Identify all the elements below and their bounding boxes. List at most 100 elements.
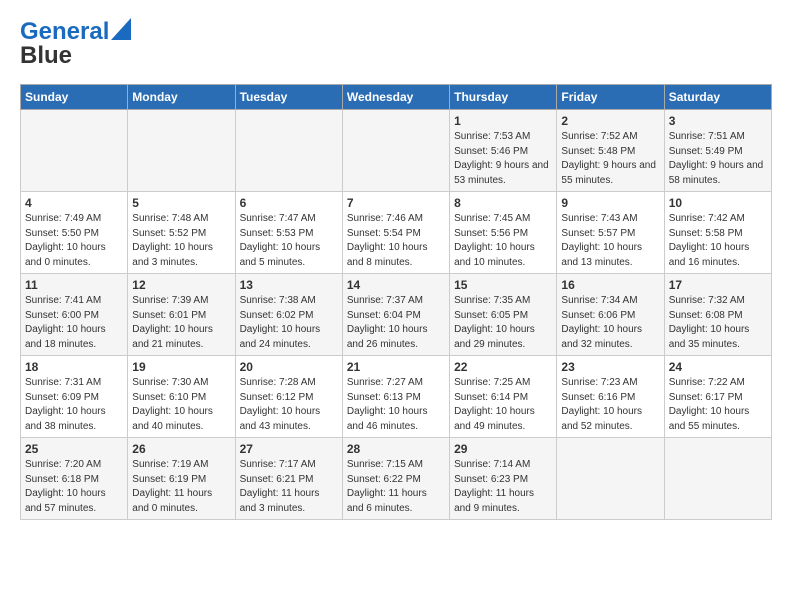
day-number: 11	[25, 278, 123, 292]
header-day-sunday: Sunday	[21, 85, 128, 110]
calendar-cell: 14Sunrise: 7:37 AMSunset: 6:04 PMDayligh…	[342, 274, 449, 356]
calendar-cell: 3Sunrise: 7:51 AMSunset: 5:49 PMDaylight…	[664, 110, 771, 192]
day-number: 1	[454, 114, 552, 128]
header-day-tuesday: Tuesday	[235, 85, 342, 110]
calendar-cell: 24 Sunrise: 7:22 AMSunset: 6:17 PMDayligh…	[664, 356, 771, 438]
calendar-cell: 10 Sunrise: 7:42 AMSunset: 5:58 PMDayligh…	[664, 192, 771, 274]
day-info: Sunrise: 7:20 AMSunset: 6:18 PMDaylight:…	[25, 458, 123, 516]
day-info: Sunrise: 7:53 AMSunset: 5:46 PMDaylight:…	[454, 130, 552, 188]
day-number: 7	[347, 196, 445, 210]
day-number: 12	[132, 278, 230, 292]
day-info: Sunrise: 7:28 AMSunset: 6:12 PMDaylight:…	[240, 376, 338, 434]
day-number: 24	[669, 360, 767, 374]
day-number: 29	[454, 442, 552, 456]
calendar-cell: 8 Sunrise: 7:45 AMSunset: 5:56 PMDaylight…	[450, 192, 557, 274]
calendar-cell: 13 Sunrise: 7:38 AMSunset: 6:02 PMDayligh…	[235, 274, 342, 356]
calendar-cell: 25 Sunrise: 7:20 AMSunset: 6:18 PMDayligh…	[21, 438, 128, 520]
calendar-cell: 11Sunrise: 7:41 AMSunset: 6:00 PMDayligh…	[21, 274, 128, 356]
day-info: Sunrise: 7:51 AMSunset: 5:49 PMDaylight:…	[669, 130, 767, 188]
calendar-cell: 19Sunrise: 7:30 AMSunset: 6:10 PMDayligh…	[128, 356, 235, 438]
logo-text-block: General Blue	[20, 18, 131, 70]
logo-blue: Blue	[20, 42, 131, 70]
calendar-header-row: SundayMondayTuesdayWednesdayThursdayFrid…	[21, 85, 772, 110]
day-number: 27	[240, 442, 338, 456]
day-number: 25	[25, 442, 123, 456]
day-info: Sunrise: 7:37 AMSunset: 6:04 PMDaylight:…	[347, 294, 445, 352]
calendar-cell	[664, 438, 771, 520]
day-number: 18	[25, 360, 123, 374]
day-info: Sunrise: 7:17 AMSunset: 6:21 PMDaylight:…	[240, 458, 338, 516]
calendar-cell: 2 Sunrise: 7:52 AMSunset: 5:48 PMDaylight…	[557, 110, 664, 192]
day-info: Sunrise: 7:34 AMSunset: 6:06 PMDaylight:…	[561, 294, 659, 352]
calendar-cell	[557, 438, 664, 520]
day-info: Sunrise: 7:23 AMSunset: 6:16 PMDaylight:…	[561, 376, 659, 434]
day-info: Sunrise: 7:49 AMSunset: 5:50 PMDaylight:…	[25, 212, 123, 270]
calendar-cell: 9Sunrise: 7:43 AMSunset: 5:57 PMDaylight…	[557, 192, 664, 274]
day-info: Sunrise: 7:19 AMSunset: 6:19 PMDaylight:…	[132, 458, 230, 516]
calendar-cell: 5Sunrise: 7:48 AMSunset: 5:52 PMDaylight…	[128, 192, 235, 274]
header-day-monday: Monday	[128, 85, 235, 110]
calendar-cell: 4Sunrise: 7:49 AMSunset: 5:50 PMDaylight…	[21, 192, 128, 274]
header-day-saturday: Saturday	[664, 85, 771, 110]
day-info: Sunrise: 7:52 AMSunset: 5:48 PMDaylight:…	[561, 130, 659, 188]
header-day-friday: Friday	[557, 85, 664, 110]
calendar-cell: 21 Sunrise: 7:27 AMSunset: 6:13 PMDayligh…	[342, 356, 449, 438]
day-info: Sunrise: 7:15 AMSunset: 6:22 PMDaylight:…	[347, 458, 445, 516]
day-number: 10	[669, 196, 767, 210]
day-info: Sunrise: 7:31 AMSunset: 6:09 PMDaylight:…	[25, 376, 123, 434]
day-info: Sunrise: 7:46 AMSunset: 5:54 PMDaylight:…	[347, 212, 445, 270]
calendar-cell	[128, 110, 235, 192]
day-number: 23	[561, 360, 659, 374]
day-number: 8	[454, 196, 552, 210]
day-number: 15	[454, 278, 552, 292]
calendar-cell: 22 Sunrise: 7:25 AMSunset: 6:14 PMDayligh…	[450, 356, 557, 438]
calendar-table: SundayMondayTuesdayWednesdayThursdayFrid…	[20, 84, 772, 520]
day-number: 13	[240, 278, 338, 292]
day-info: Sunrise: 7:43 AMSunset: 5:57 PMDaylight:…	[561, 212, 659, 270]
day-number: 6	[240, 196, 338, 210]
header: General Blue	[20, 18, 772, 70]
day-number: 17	[669, 278, 767, 292]
calendar-cell: 23 Sunrise: 7:23 AMSunset: 6:16 PMDayligh…	[557, 356, 664, 438]
week-row-1: 4Sunrise: 7:49 AMSunset: 5:50 PMDaylight…	[21, 192, 772, 274]
calendar-cell: 27 Sunrise: 7:17 AMSunset: 6:21 PMDayligh…	[235, 438, 342, 520]
day-info: Sunrise: 7:35 AMSunset: 6:05 PMDaylight:…	[454, 294, 552, 352]
calendar-cell: 7 Sunrise: 7:46 AMSunset: 5:54 PMDaylight…	[342, 192, 449, 274]
day-info: Sunrise: 7:22 AMSunset: 6:17 PMDaylight:…	[669, 376, 767, 434]
day-number: 28	[347, 442, 445, 456]
day-number: 20	[240, 360, 338, 374]
week-row-2: 11Sunrise: 7:41 AMSunset: 6:00 PMDayligh…	[21, 274, 772, 356]
day-number: 21	[347, 360, 445, 374]
day-info: Sunrise: 7:42 AMSunset: 5:58 PMDaylight:…	[669, 212, 767, 270]
calendar-cell: 18 Sunrise: 7:31 AMSunset: 6:09 PMDayligh…	[21, 356, 128, 438]
calendar-cell: 12 Sunrise: 7:39 AMSunset: 6:01 PMDayligh…	[128, 274, 235, 356]
day-number: 22	[454, 360, 552, 374]
logo: General Blue	[20, 18, 131, 70]
calendar-cell: 29Sunrise: 7:14 AMSunset: 6:23 PMDayligh…	[450, 438, 557, 520]
day-info: Sunrise: 7:39 AMSunset: 6:01 PMDaylight:…	[132, 294, 230, 352]
day-number: 26	[132, 442, 230, 456]
calendar-cell: 28 Sunrise: 7:15 AMSunset: 6:22 PMDayligh…	[342, 438, 449, 520]
calendar-cell	[21, 110, 128, 192]
calendar-cell	[235, 110, 342, 192]
day-info: Sunrise: 7:27 AMSunset: 6:13 PMDaylight:…	[347, 376, 445, 434]
week-row-0: 1 Sunrise: 7:53 AMSunset: 5:46 PMDaylight…	[21, 110, 772, 192]
day-number: 19	[132, 360, 230, 374]
day-info: Sunrise: 7:25 AMSunset: 6:14 PMDaylight:…	[454, 376, 552, 434]
calendar-cell: 6 Sunrise: 7:47 AMSunset: 5:53 PMDaylight…	[235, 192, 342, 274]
week-row-3: 18 Sunrise: 7:31 AMSunset: 6:09 PMDayligh…	[21, 356, 772, 438]
calendar-cell	[342, 110, 449, 192]
calendar-cell: 20 Sunrise: 7:28 AMSunset: 6:12 PMDayligh…	[235, 356, 342, 438]
header-day-wednesday: Wednesday	[342, 85, 449, 110]
day-number: 2	[561, 114, 659, 128]
main-container: General Blue SundayMondayTuesdayWednesda…	[0, 0, 792, 530]
day-info: Sunrise: 7:32 AMSunset: 6:08 PMDaylight:…	[669, 294, 767, 352]
week-row-4: 25 Sunrise: 7:20 AMSunset: 6:18 PMDayligh…	[21, 438, 772, 520]
day-number: 5	[132, 196, 230, 210]
header-day-thursday: Thursday	[450, 85, 557, 110]
day-info: Sunrise: 7:47 AMSunset: 5:53 PMDaylight:…	[240, 212, 338, 270]
calendar-cell: 16 Sunrise: 7:34 AMSunset: 6:06 PMDayligh…	[557, 274, 664, 356]
day-number: 16	[561, 278, 659, 292]
day-info: Sunrise: 7:38 AMSunset: 6:02 PMDaylight:…	[240, 294, 338, 352]
day-info: Sunrise: 7:45 AMSunset: 5:56 PMDaylight:…	[454, 212, 552, 270]
